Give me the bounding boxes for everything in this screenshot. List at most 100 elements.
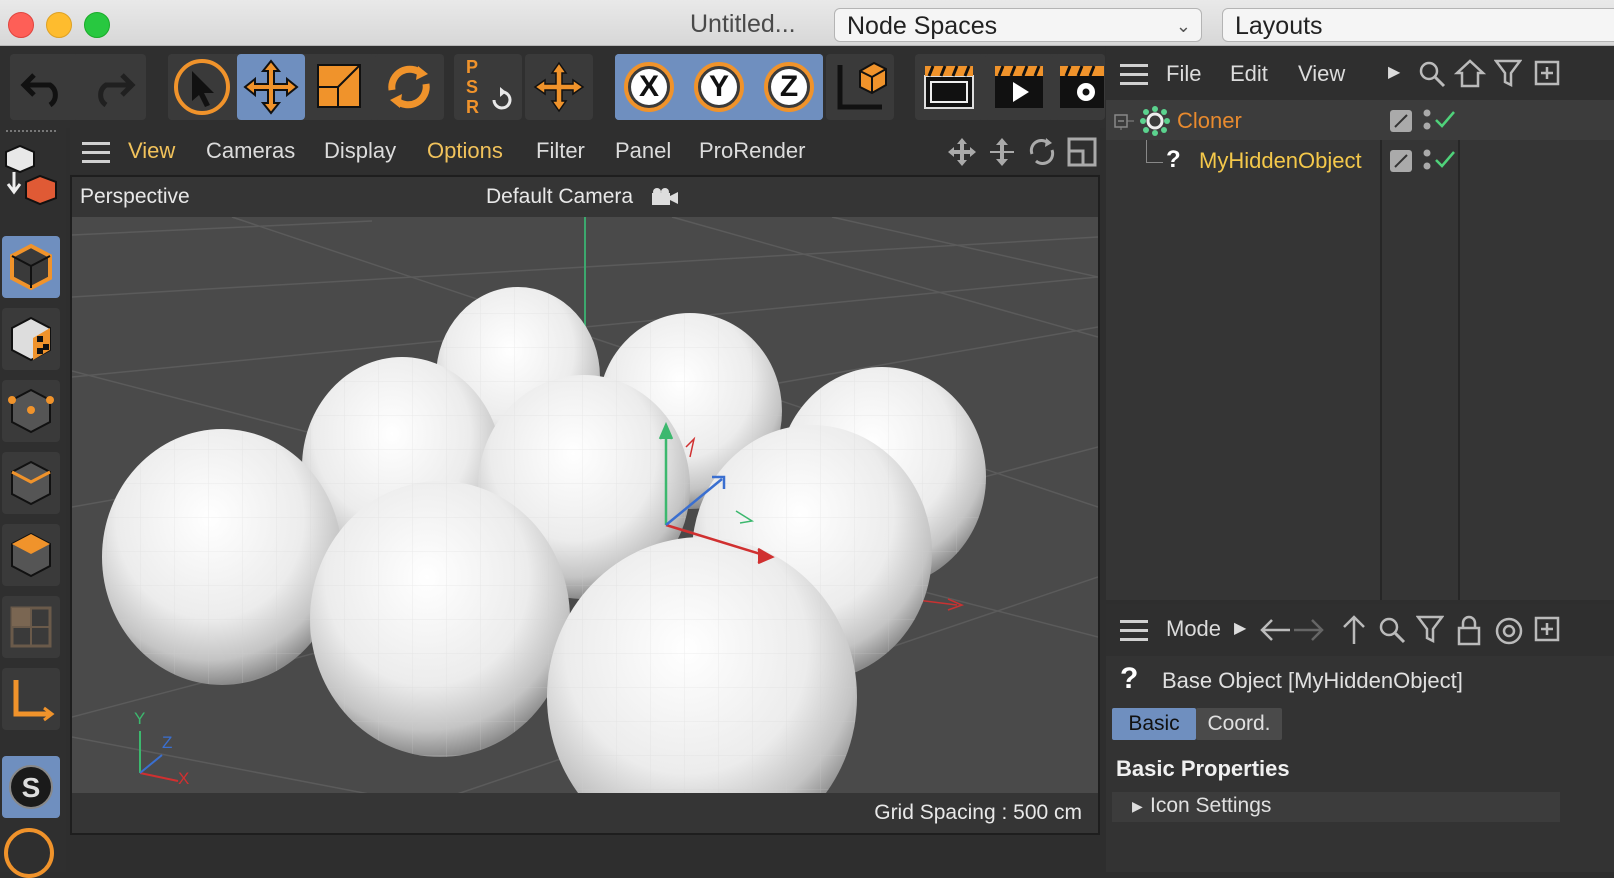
object-name-cloner[interactable]: Cloner (1177, 108, 1242, 134)
render-settings-icon (1060, 65, 1104, 108)
attribute-manager-hamburger-icon[interactable] (1120, 620, 1148, 641)
visibility-dots-check-icon[interactable] (1422, 108, 1458, 134)
node-spaces-dropdown[interactable]: Node Spaces ⌄ (834, 8, 1202, 42)
viewport-menu-display[interactable]: Display (324, 138, 396, 164)
palette-grip[interactable] (6, 130, 56, 134)
axis-icon (13, 680, 55, 722)
axis-z-button[interactable]: Z (755, 54, 823, 120)
workplane-icon[interactable] (4, 828, 54, 878)
render-settings-button[interactable] (1055, 54, 1105, 120)
axis-x-button[interactable]: X (615, 54, 683, 120)
camera-icon (652, 188, 678, 205)
object-name-myhiddenobject[interactable]: MyHiddenObject (1199, 148, 1362, 174)
filter-icon[interactable] (1494, 58, 1522, 88)
layer-edit-icon[interactable] (1390, 150, 1412, 172)
redo-button[interactable] (78, 54, 146, 120)
layouts-dropdown[interactable]: Layouts (1222, 8, 1614, 42)
visibility-dots-check-icon[interactable] (1422, 148, 1458, 174)
checker-cube-icon (11, 316, 51, 362)
tab-coord[interactable]: Coord. (1196, 708, 1282, 740)
viewport-menu-cameras[interactable]: Cameras (206, 138, 295, 164)
rotate-view-icon[interactable] (1026, 136, 1058, 168)
new-panel-icon[interactable] (1534, 60, 1560, 86)
menu-overflow-arrow-icon[interactable]: ▶ (1234, 618, 1246, 638)
viewport-menu-options[interactable]: Options (427, 138, 503, 164)
select-tool-button[interactable] (168, 54, 236, 120)
move-gizmo-icon (533, 61, 585, 113)
axis-x-icon: X (624, 62, 674, 112)
pan-view-icon[interactable] (946, 136, 978, 168)
3d-viewport[interactable]: Perspective Default Camera Y Z X Grid Sp… (70, 175, 1100, 835)
zoom-window-button[interactable] (84, 12, 110, 38)
new-panel-icon[interactable] (1534, 616, 1560, 642)
om-menu-file[interactable]: File (1166, 61, 1201, 87)
render-picture-viewer-button[interactable] (985, 54, 1053, 120)
coordinate-axes-icon (837, 61, 887, 110)
viewport-menu-filter[interactable]: Filter (536, 138, 585, 164)
section-heading: Basic Properties (1116, 756, 1290, 781)
object-row-cloner[interactable]: Cloner (1106, 100, 1614, 140)
menu-overflow-arrow-icon[interactable]: ▶ (1388, 62, 1400, 82)
object-manager-menu: File Edit View ▶ (1106, 46, 1614, 100)
viewport-mode-label[interactable]: Perspective (80, 185, 190, 209)
rotate-tool-button[interactable] (375, 54, 443, 120)
convert-object-button[interactable] (2, 144, 60, 206)
cursor-select-icon (174, 59, 230, 115)
undo-button[interactable] (10, 54, 78, 120)
object-row-myhiddenobject[interactable]: ? MyHiddenObject (1106, 140, 1614, 180)
axis-mode-button[interactable] (2, 668, 60, 730)
render-view-button[interactable] (915, 54, 983, 120)
layer-edit-icon[interactable] (1390, 110, 1412, 132)
points-mode-button[interactable] (2, 380, 60, 442)
sphere-clones (102, 287, 986, 833)
minimize-window-button[interactable] (46, 12, 72, 38)
psr-letter-r: R (466, 97, 479, 117)
close-window-button[interactable] (8, 12, 34, 38)
viewport-menu-prorender[interactable]: ProRender (699, 138, 805, 164)
axis-y-button[interactable]: Y (685, 54, 753, 120)
scale-tool-button[interactable] (306, 54, 374, 120)
polygons-mode-button[interactable] (2, 524, 60, 586)
viewport-camera-label[interactable]: Default Camera (486, 185, 633, 209)
move-tool-button[interactable] (237, 54, 305, 120)
filter-icon[interactable] (1416, 614, 1444, 644)
viewport-header: Perspective Default Camera (72, 177, 1098, 217)
viewport-hamburger-icon[interactable] (82, 142, 110, 163)
edges-cube-icon (11, 460, 51, 506)
edges-mode-button[interactable] (2, 452, 60, 514)
icon-settings-group[interactable]: ▶ Icon Settings (1112, 792, 1560, 822)
collapse-tree-icon[interactable] (1114, 110, 1134, 130)
target-icon[interactable] (1494, 616, 1524, 646)
back-arrow-icon[interactable] (1258, 616, 1292, 644)
node-spaces-label: Node Spaces (847, 12, 998, 40)
model-mode-button[interactable] (2, 236, 60, 298)
toggle-view-icon[interactable] (1066, 136, 1098, 168)
om-menu-view[interactable]: View (1298, 61, 1345, 87)
om-menu-edit[interactable]: Edit (1230, 61, 1268, 87)
viewport-menu-view[interactable]: View (128, 138, 175, 164)
object-manager-hamburger-icon[interactable] (1120, 64, 1148, 85)
psr-reset-button[interactable]: P S R (454, 54, 522, 120)
home-icon[interactable] (1454, 58, 1486, 88)
zoom-view-icon[interactable] (986, 136, 1018, 168)
lock-icon[interactable] (1456, 614, 1482, 646)
uv-mode-button[interactable] (2, 596, 60, 658)
scale-icon (317, 64, 361, 108)
texture-mode-button[interactable] (2, 308, 60, 370)
world-coordinates-button[interactable] (826, 54, 894, 120)
points-cube-icon (8, 388, 54, 434)
search-icon[interactable] (1378, 616, 1406, 644)
viewport-menu-panel[interactable]: Panel (615, 138, 671, 164)
am-menu-mode[interactable]: Mode (1166, 616, 1221, 642)
tab-basic[interactable]: Basic (1112, 708, 1196, 740)
forward-arrow-icon[interactable] (1292, 616, 1326, 644)
search-icon[interactable] (1418, 60, 1446, 88)
left-tool-palette: S (0, 128, 66, 878)
viewport-footer: Grid Spacing : 500 cm (72, 793, 1098, 833)
coordinate-system-button[interactable] (525, 54, 593, 120)
axis-indicator-y: Y (134, 709, 146, 728)
up-arrow-icon[interactable] (1340, 614, 1368, 646)
polygons-cube-icon (11, 532, 51, 578)
snap-button[interactable]: S (2, 756, 60, 818)
svg-text:S: S (22, 772, 41, 803)
